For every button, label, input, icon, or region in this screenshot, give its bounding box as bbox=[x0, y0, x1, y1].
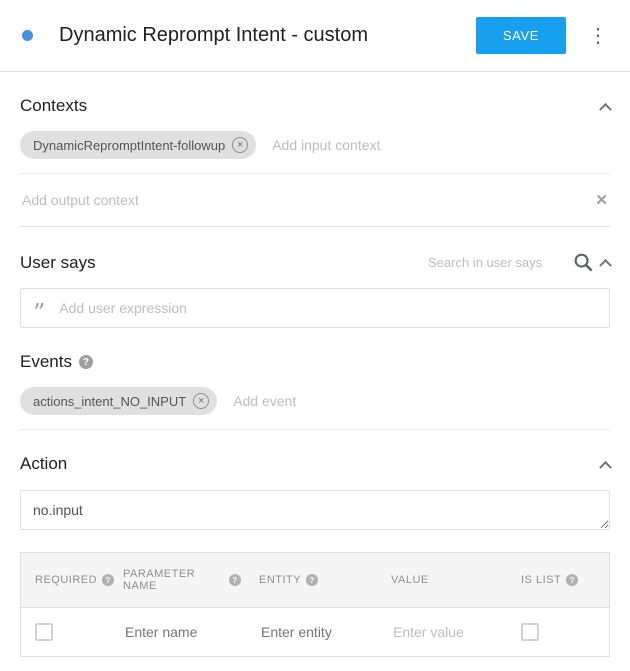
contexts-title: Contexts bbox=[20, 96, 87, 116]
action-section-header: Action bbox=[20, 454, 610, 474]
value-column-header: VALUE bbox=[377, 553, 507, 607]
user-says-title: User says bbox=[20, 253, 96, 273]
events-title-label: Events bbox=[20, 352, 72, 372]
event-chip: actions_intent_NO_INPUT × bbox=[20, 387, 217, 415]
action-name-field[interactable]: no.input bbox=[20, 490, 610, 530]
is-list-column-header: IS LIST ? bbox=[507, 553, 609, 607]
remove-event-icon[interactable]: × bbox=[193, 393, 209, 409]
parameters-header-row: REQUIRED ? PARAMETER NAME ? ENTITY ? VAL… bbox=[21, 553, 609, 608]
is-list-help-icon[interactable]: ? bbox=[566, 574, 578, 586]
events-row: actions_intent_NO_INPUT × bbox=[20, 372, 610, 430]
user-says-section-header: User says bbox=[20, 251, 610, 274]
kebab-menu-icon[interactable]: ⋮ bbox=[582, 21, 614, 50]
clear-contexts-icon[interactable]: ✕ bbox=[593, 191, 610, 209]
search-icon[interactable] bbox=[572, 251, 595, 274]
intent-title[interactable]: Dynamic Reprompt Intent - custom bbox=[59, 24, 476, 47]
events-section-header: Events ? bbox=[20, 352, 610, 372]
entity-column-header: ENTITY ? bbox=[245, 553, 377, 607]
entity-field[interactable] bbox=[259, 623, 373, 641]
is-list-cell bbox=[507, 608, 609, 656]
contexts-section-header: Contexts bbox=[20, 96, 610, 116]
required-checkbox[interactable] bbox=[35, 623, 53, 641]
input-context-chip: DynamicRepromptIntent-followup × bbox=[20, 131, 256, 159]
search-user-says-input[interactable] bbox=[426, 254, 566, 271]
action-title: Action bbox=[20, 454, 67, 474]
required-column-header: REQUIRED ? bbox=[21, 553, 109, 607]
intent-type-dot-icon bbox=[22, 30, 33, 41]
entity-cell bbox=[245, 608, 377, 656]
parameter-name-cell bbox=[109, 608, 245, 656]
output-context-row: ✕ bbox=[20, 174, 610, 227]
user-says-controls bbox=[426, 251, 610, 274]
contexts-collapse-chevron-icon[interactable] bbox=[599, 102, 612, 115]
action-collapse-chevron-icon[interactable] bbox=[599, 460, 612, 473]
input-contexts-row: DynamicRepromptIntent-followup × bbox=[20, 116, 610, 174]
save-button[interactable]: SAVE bbox=[476, 17, 566, 54]
is-list-checkbox[interactable] bbox=[521, 623, 539, 641]
parameters-table: REQUIRED ? PARAMETER NAME ? ENTITY ? VAL… bbox=[20, 552, 610, 657]
add-event-field[interactable] bbox=[231, 392, 416, 410]
parameter-name-help-icon[interactable]: ? bbox=[229, 574, 241, 586]
input-context-chip-label: DynamicRepromptIntent-followup bbox=[33, 138, 225, 153]
user-expression-box: ” bbox=[20, 288, 610, 328]
events-title: Events ? bbox=[20, 352, 93, 372]
parameter-name-field[interactable] bbox=[123, 623, 241, 641]
user-says-collapse-chevron-icon[interactable] bbox=[599, 259, 612, 272]
value-field[interactable] bbox=[391, 623, 503, 641]
parameter-name-column-header: PARAMETER NAME ? bbox=[109, 553, 245, 607]
add-user-expression-field[interactable] bbox=[57, 299, 597, 317]
required-cell bbox=[21, 608, 109, 656]
events-help-icon[interactable]: ? bbox=[79, 355, 93, 369]
parameter-row bbox=[21, 608, 609, 656]
value-cell bbox=[377, 608, 507, 656]
event-chip-label: actions_intent_NO_INPUT bbox=[33, 394, 186, 409]
add-input-context-field[interactable] bbox=[270, 136, 455, 154]
entity-help-icon[interactable]: ? bbox=[306, 574, 318, 586]
add-output-context-field[interactable] bbox=[20, 191, 205, 209]
intent-form: Contexts DynamicRepromptIntent-followup … bbox=[0, 96, 630, 657]
intent-header: Dynamic Reprompt Intent - custom SAVE ⋮ bbox=[0, 0, 630, 72]
remove-input-context-icon[interactable]: × bbox=[232, 137, 248, 153]
